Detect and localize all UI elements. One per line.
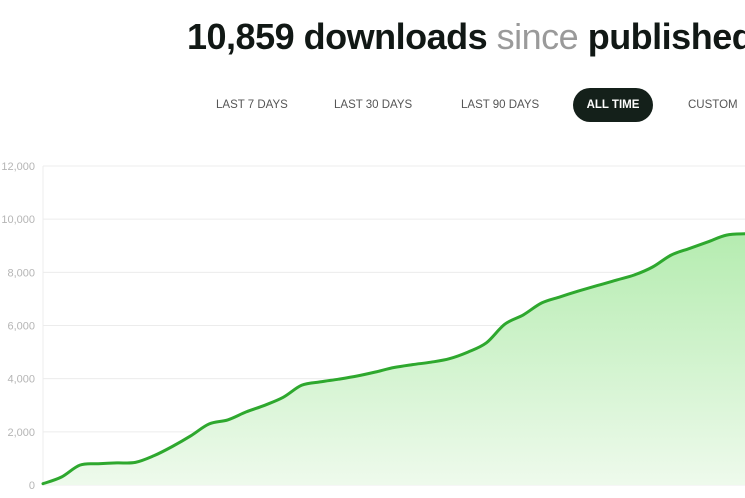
y-tick-label: 12,000: [1, 161, 35, 173]
downloads-chart: 0 2,000 4,000 6,000 8,000 10,000 12,000: [1, 161, 745, 492]
y-tick-label: 2,000: [7, 427, 35, 439]
y-tick-label: 0: [29, 480, 35, 492]
y-tick-label: 10,000: [1, 214, 35, 226]
y-tick-label: 4,000: [7, 374, 35, 386]
y-tick-label: 6,000: [7, 321, 35, 333]
y-tick-label: 8,000: [7, 267, 35, 279]
